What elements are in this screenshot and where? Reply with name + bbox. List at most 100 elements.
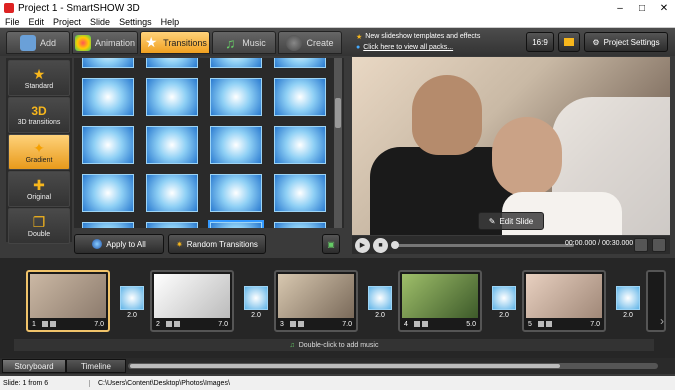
film-reel-icon [286, 34, 303, 51]
transition-thumb[interactable] [146, 222, 198, 228]
slide-preview[interactable] [352, 57, 670, 235]
pencil-icon[interactable] [166, 321, 172, 327]
layout-button[interactable] [558, 32, 580, 52]
slide-image [154, 274, 230, 318]
transition-thumb[interactable] [274, 78, 326, 116]
transition-thumb[interactable] [146, 174, 198, 212]
time-display: 00:00.000 / 00:30.000 [565, 240, 634, 247]
music-track[interactable]: ♫ Double-click to add music [14, 339, 654, 351]
transition-thumb[interactable] [82, 58, 134, 68]
progress-knob[interactable] [391, 241, 399, 249]
menu-file[interactable]: File [5, 17, 20, 27]
pencil-icon[interactable] [42, 321, 48, 327]
sparkle-icon: ✷ [176, 239, 183, 249]
speaker-icon[interactable] [422, 321, 428, 327]
music-note-icon: ♫ [289, 341, 295, 349]
category-3d[interactable]: 3D 3D transitions [8, 97, 70, 133]
transition-thumb[interactable] [274, 174, 326, 212]
slide-transition-4[interactable]: 2.0 [492, 286, 516, 326]
random-transitions-button[interactable]: ✷ Random Transitions [168, 234, 266, 254]
tab-music[interactable]: ♫ Music [212, 31, 276, 54]
grid-scrollbar[interactable] [334, 58, 342, 228]
close-button[interactable]: ✕ [653, 0, 675, 16]
transition-thumb[interactable] [210, 78, 262, 116]
transition-thumb[interactable] [82, 126, 134, 164]
slide-transition-1[interactable]: 2.0 [120, 286, 144, 326]
speaker-icon[interactable] [50, 321, 56, 327]
maximize-button[interactable]: □ [631, 0, 653, 16]
transition-thumb[interactable] [82, 222, 134, 228]
slide-thumb-5[interactable]: 5 7.0 [522, 270, 606, 332]
tab-storyboard[interactable]: Storyboard [2, 359, 66, 373]
project-settings-button[interactable]: ⚙ Project Settings [584, 32, 668, 52]
scroll-thumb[interactable] [130, 364, 560, 368]
minimize-button[interactable]: – [609, 0, 631, 16]
aspect-ratio-button[interactable]: 16:9 [526, 32, 554, 52]
transition-thumb[interactable] [274, 222, 326, 228]
add-transition-button[interactable]: ▣ [322, 234, 340, 254]
info-icon: ● [356, 44, 361, 51]
camera-icon[interactable] [634, 238, 648, 252]
slide-transition-3[interactable]: 2.0 [368, 286, 392, 326]
menu-settings[interactable]: Settings [119, 17, 152, 27]
pencil-icon: ✎ [488, 216, 496, 226]
transition-thumb-selected[interactable] [208, 220, 264, 228]
slide-thumb-2[interactable]: 2 7.0 [150, 270, 234, 332]
slide-transition-5[interactable]: 2.0 [616, 286, 640, 326]
scroll-right-icon[interactable]: › [660, 314, 664, 328]
speaker-icon[interactable] [546, 321, 552, 327]
path-display: C:\Users\Content\Desktop\Photos\Images\ [98, 379, 230, 387]
slide-thumb-1[interactable]: 1 7.0 [26, 270, 110, 332]
transition-thumb[interactable] [210, 174, 262, 212]
view-packs-link[interactable]: Click here to view all packs... [363, 44, 453, 51]
3d-icon: 3D [31, 103, 47, 118]
apply-to-all-button[interactable]: Apply to All [74, 234, 164, 254]
play-button[interactable]: ▶ [355, 237, 370, 253]
speaker-icon[interactable] [298, 321, 304, 327]
menu-project[interactable]: Project [53, 17, 81, 27]
edit-slide-button[interactable]: ✎ Edit Slide [478, 212, 544, 230]
transition-thumb[interactable] [274, 126, 326, 164]
music-note-icon: ♫ [224, 34, 236, 51]
slide-thumb-3[interactable]: 3 7.0 [274, 270, 358, 332]
scroll-thumb[interactable] [335, 98, 341, 128]
tab-animation[interactable]: Animation [72, 31, 138, 54]
title-bar: Project 1 - SmartSHOW 3D – □ ✕ [0, 0, 675, 16]
pencil-icon[interactable] [538, 321, 544, 327]
slide-image [278, 274, 354, 318]
tab-add[interactable]: Add [6, 31, 70, 54]
category-original[interactable]: ✚ Original [8, 171, 70, 207]
puzzle-icon: ✚ [33, 176, 45, 193]
menu-help[interactable]: Help [161, 17, 180, 27]
transition-thumb[interactable] [210, 58, 262, 68]
palette-icon [74, 34, 91, 51]
menu-slide[interactable]: Slide [90, 17, 110, 27]
category-standard[interactable]: ★ Standard [8, 60, 70, 96]
slide-thumb-4[interactable]: 4 5.0 [398, 270, 482, 332]
category-gradient[interactable]: ✦ Gradient [8, 134, 70, 170]
tab-timeline[interactable]: Timeline [66, 359, 126, 373]
speaker-icon[interactable] [174, 321, 180, 327]
storyboard-scrollbar[interactable] [128, 363, 658, 369]
pencil-icon[interactable] [290, 321, 296, 327]
transition-thumb[interactable] [146, 126, 198, 164]
transition-thumb[interactable] [82, 174, 134, 212]
slide-transition-2[interactable]: 2.0 [244, 286, 268, 326]
slide-image [30, 274, 106, 318]
transition-thumb[interactable] [274, 58, 326, 68]
pencil-icon[interactable] [414, 321, 420, 327]
add-photo-icon [19, 34, 36, 51]
tab-create[interactable]: Create [278, 31, 342, 54]
transition-thumb[interactable] [210, 126, 262, 164]
tab-transitions[interactable]: ★ Transitions [140, 31, 210, 54]
page-add-icon: ▣ [327, 239, 335, 249]
transition-thumb[interactable] [82, 78, 134, 116]
menu-edit[interactable]: Edit [29, 17, 45, 27]
progress-track[interactable] [391, 241, 574, 249]
category-double[interactable]: ❐ Double [8, 208, 70, 244]
stop-button[interactable]: ■ [373, 237, 388, 253]
player-bar: ▶ ■ 00:00.000 / 00:30.000 [352, 236, 670, 254]
transition-thumb[interactable] [146, 78, 198, 116]
transition-thumb[interactable] [146, 58, 198, 68]
fullscreen-icon[interactable] [652, 238, 666, 252]
